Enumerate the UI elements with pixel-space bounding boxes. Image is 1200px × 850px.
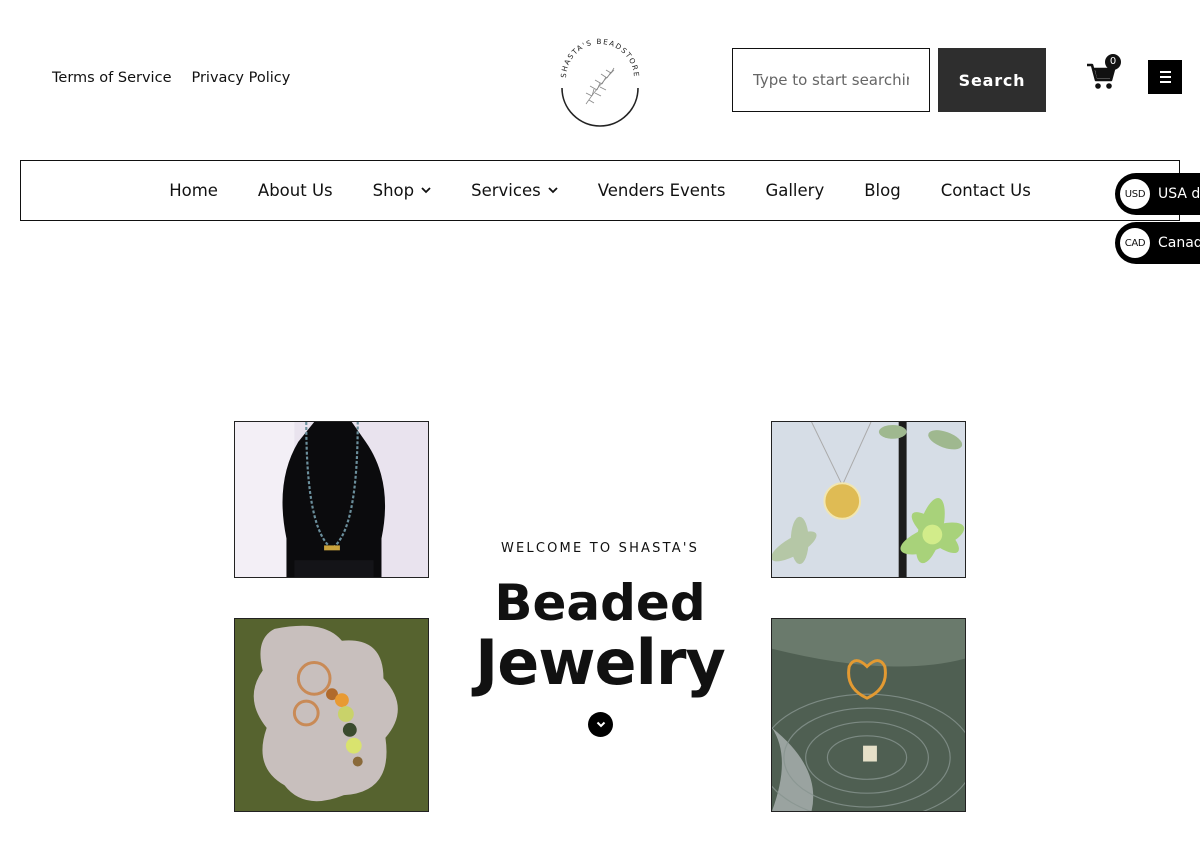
- nav-shop[interactable]: Shop: [373, 181, 432, 200]
- hamburger-menu-icon: [1159, 71, 1171, 73]
- nav-services[interactable]: Services: [471, 181, 558, 200]
- chevron-down-icon: [421, 187, 431, 194]
- top-links: Terms of Service Privacy Policy: [52, 70, 290, 86]
- tree-pendant-photo: [771, 421, 966, 578]
- currency-label: USA dollar: [1158, 186, 1200, 202]
- currency-label: Canadian dollar: [1158, 235, 1200, 251]
- logo-text: SHASTA'S BEADSTORE: [559, 37, 640, 78]
- nav-contact-us[interactable]: Contact Us: [941, 181, 1031, 200]
- hero-eyebrow: WELCOME TO SHASTA'S: [500, 541, 700, 556]
- privacy-policy-link[interactable]: Privacy Policy: [191, 70, 290, 86]
- search-input[interactable]: [732, 48, 930, 112]
- hero-title-line2: Jewelry: [475, 626, 726, 699]
- currency-code: CAD: [1120, 228, 1150, 258]
- search-button[interactable]: Search: [938, 48, 1046, 112]
- chevron-down-icon: [596, 721, 605, 728]
- menu-button[interactable]: [1148, 60, 1182, 94]
- main-navigation: Home About Us Shop Services Venders Even…: [20, 160, 1180, 221]
- hero-title-line1: Beaded: [494, 574, 706, 632]
- nav-about-us[interactable]: About Us: [258, 181, 333, 200]
- nav-gallery[interactable]: Gallery: [765, 181, 824, 200]
- currency-cad-button[interactable]: CAD Canadian dollar: [1115, 222, 1200, 264]
- terms-of-service-link[interactable]: Terms of Service: [52, 70, 171, 86]
- fern-leaf-logo-icon: SHASTA'S BEADSTORE: [559, 37, 641, 127]
- svg-text:SHASTA'S BEADSTORE: SHASTA'S BEADSTORE: [559, 37, 641, 78]
- currency-usd-button[interactable]: USD USA dollar: [1115, 173, 1200, 215]
- scroll-down-button[interactable]: [588, 712, 613, 737]
- chevron-down-icon: [548, 187, 558, 194]
- currency-code: USD: [1120, 179, 1150, 209]
- cart-count-badge: 0: [1105, 54, 1121, 70]
- nav-blog[interactable]: Blog: [864, 181, 900, 200]
- store-logo[interactable]: SHASTA'S BEADSTORE: [552, 32, 648, 128]
- nav-venders-events[interactable]: Venders Events: [598, 181, 726, 200]
- keychain-photo: [234, 618, 429, 812]
- necklace-photo: [234, 421, 429, 578]
- water-necklace-photo: [771, 618, 966, 812]
- nav-home[interactable]: Home: [169, 181, 218, 200]
